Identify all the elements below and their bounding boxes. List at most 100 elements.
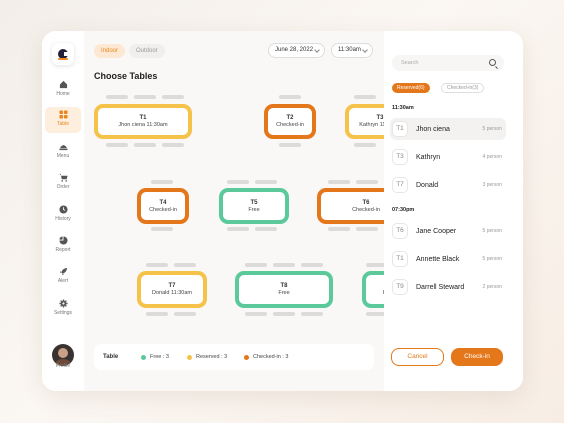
sidebar-item-table[interactable]: Table [45, 107, 81, 133]
chair [273, 263, 295, 267]
sidebar-item-report[interactable]: Report [45, 233, 81, 259]
chair [134, 95, 156, 99]
table-t7[interactable]: T7 Donald 11:30am [137, 271, 207, 308]
chair [174, 312, 196, 316]
group-time: 07:30pm [392, 207, 415, 213]
search-input[interactable]: Search [392, 55, 504, 71]
chair [162, 95, 184, 99]
list-item-persons: 2 person [482, 284, 502, 290]
date-value: June 28, 2022 [275, 47, 314, 53]
list-item[interactable]: T9 Darrell Steward 2 person [390, 276, 506, 298]
rocket-icon [59, 267, 67, 276]
chair [328, 180, 350, 184]
list-item-table: T3 [392, 149, 408, 165]
search-icon[interactable] [489, 59, 496, 66]
chair [354, 95, 376, 99]
chair [162, 143, 184, 147]
legend-free: Free : 3 [141, 354, 169, 360]
list-item-table: T6 [392, 223, 408, 239]
sidebar-item-label: Table [57, 121, 69, 127]
gear-icon [58, 299, 68, 308]
table-status: Checked-in [276, 122, 304, 128]
sidebar: Home Table Menu Order History Report Ale… [42, 31, 84, 391]
chair [328, 227, 350, 231]
list-item[interactable]: T6 Jane Cooper 5 person [390, 220, 506, 242]
time-select[interactable]: 11:30am [331, 43, 373, 58]
profile-label: Profile [55, 363, 71, 369]
sidebar-item-label: Alert [57, 278, 69, 284]
chair [106, 95, 128, 99]
indoor-toggle[interactable]: Indoor [94, 44, 126, 58]
legend-reserved: Reserved : 3 [187, 354, 227, 360]
tab-checked-in[interactable]: Checked-in(3) [441, 83, 485, 93]
legend-checked-label: Checked-in : 3 [253, 354, 289, 360]
table-status: Free [248, 206, 260, 213]
sidebar-item-alert[interactable]: Alert [45, 264, 81, 290]
chair [245, 312, 267, 316]
chair [356, 180, 378, 184]
app-logo [52, 43, 74, 65]
list-item-name: Jane Cooper [416, 227, 457, 235]
list-item-persons: 5 person [482, 256, 502, 262]
list-item-table: T9 [392, 279, 408, 295]
list-item[interactable]: T3 Kathryn 4 person [390, 146, 506, 168]
chair [354, 143, 376, 147]
table-t2[interactable]: T2 Checked-in [264, 104, 316, 139]
sidebar-item-settings[interactable]: Settings [45, 296, 81, 322]
sidebar-item-home[interactable]: Home [45, 77, 81, 103]
chair [146, 263, 168, 267]
table-id: T1 [139, 115, 147, 121]
sidebar-item-label: Menu [56, 153, 70, 159]
chair [255, 227, 277, 231]
list-item-table: T7 [392, 177, 408, 193]
sidebar-item-history[interactable]: History [45, 202, 81, 228]
time-value: 11:30am [338, 47, 361, 53]
table-id: T7 [168, 283, 176, 289]
sidebar-item-label: Order [56, 184, 70, 190]
table-legend: Table Free : 3 Reserved : 3 Checked-in :… [94, 344, 374, 370]
main-area: Indoor Outdoor June 28, 2022 11:30am Cho… [84, 31, 415, 391]
chair [151, 180, 173, 184]
reservation-panel: Search Reserved(6) Checked-in(3) 11:30am… [384, 31, 523, 391]
checked-dot-icon [244, 354, 249, 360]
legend-checked: Checked-in : 3 [244, 354, 288, 360]
list-item-table: T1 [392, 251, 408, 267]
chair [134, 143, 156, 147]
outdoor-toggle[interactable]: Outdoor [129, 44, 165, 58]
check-in-button[interactable]: Check-in [451, 348, 503, 366]
table-t5[interactable]: T5 Free [219, 188, 289, 224]
tab-reserved[interactable]: Reserved(6) [392, 83, 430, 93]
list-item-name: Kathryn [416, 153, 441, 161]
list-item-persons: 3 person [482, 182, 502, 188]
legend-title: Table [103, 354, 119, 360]
sidebar-item-order[interactable]: Order [45, 170, 81, 196]
cancel-button[interactable]: Cancel [391, 348, 444, 366]
table-t8[interactable]: T8 Free [235, 271, 333, 308]
sidebar-item-label: Home [56, 91, 70, 97]
date-select[interactable]: June 28, 2022 [268, 43, 325, 58]
list-item[interactable]: T7 Donald 3 person [390, 174, 506, 196]
list-item-persons: 4 person [482, 154, 502, 160]
table-t1[interactable]: T1 Jhon ciena 11:30am [94, 104, 192, 139]
table-status: Checked-in [149, 206, 177, 213]
chevron-down-icon [314, 47, 320, 53]
chair [174, 263, 196, 267]
sidebar-item-label: History [55, 216, 71, 222]
table-t4[interactable]: T4 Checked-in [137, 188, 189, 224]
table-status: Free [278, 290, 290, 296]
chair [301, 312, 323, 316]
list-item[interactable]: T1 Jhon ciena 5 person [390, 118, 506, 140]
free-dot-icon [141, 354, 146, 360]
list-item-name: Jhon ciena [416, 125, 450, 133]
table-id: T2 [286, 115, 294, 121]
sidebar-item-menu[interactable]: Menu [45, 139, 81, 165]
chair [227, 180, 249, 184]
table-id: T8 [280, 283, 288, 289]
home-icon [59, 80, 67, 89]
chair [146, 312, 168, 316]
table-icon [58, 110, 68, 119]
list-item-name: Donald [416, 181, 439, 189]
legend-free-label: Free : 3 [150, 354, 169, 360]
chair [356, 227, 378, 231]
list-item[interactable]: T1 Annette Black 5 person [390, 248, 506, 270]
